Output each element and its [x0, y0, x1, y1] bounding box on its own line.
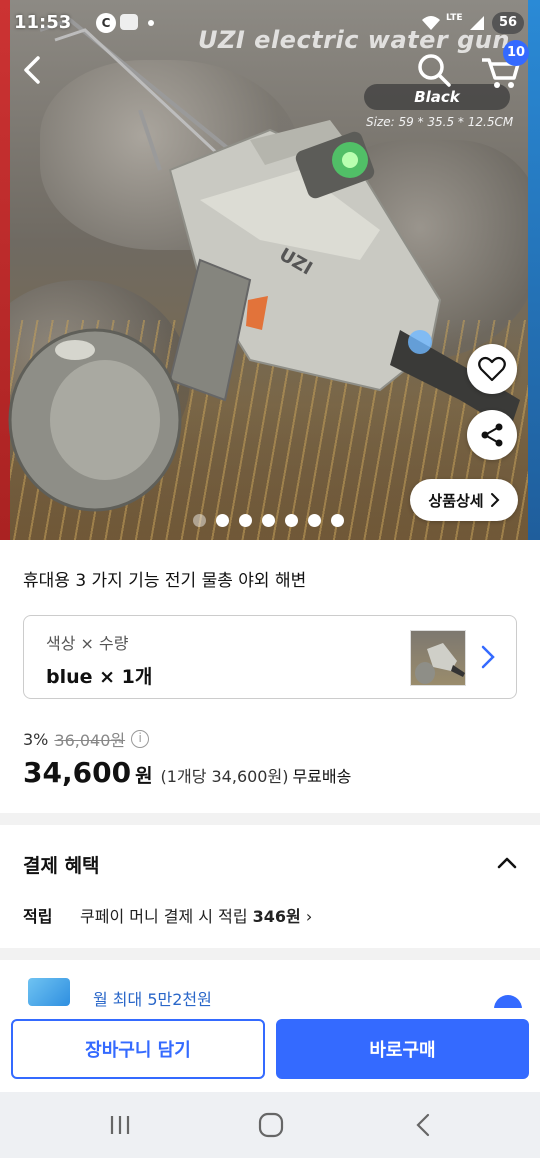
- buy-now-button[interactable]: 바로구매: [276, 1019, 529, 1079]
- wifi-icon: [422, 16, 440, 30]
- status-time: 11:53: [14, 12, 72, 33]
- pagination-dot[interactable]: [239, 514, 252, 527]
- notification-dot-icon: [148, 20, 154, 26]
- card-benefit-text: 월 최대 5만2천원: [93, 990, 212, 1009]
- reward-link[interactable]: 쿠페이 머니 결제 시 적립 346원 ›: [80, 903, 312, 927]
- chevron-right-icon: ›: [305, 907, 313, 926]
- discount-rate: 3%: [23, 729, 49, 749]
- collapse-button[interactable]: [492, 848, 522, 878]
- discount-line: 3% 36,040원 i: [23, 727, 150, 751]
- system-back-icon: [416, 1113, 430, 1137]
- share-button[interactable]: [467, 410, 517, 460]
- unit-price: (1개당 34,600원): [160, 767, 289, 786]
- price-currency: 원: [135, 765, 153, 787]
- option-selector[interactable]: 색상 × 수량 blue × 1개: [23, 615, 517, 699]
- heart-icon: [478, 356, 506, 382]
- system-navigation-bar: [0, 1092, 540, 1158]
- water-gun-illustration: UZI: [8, 17, 520, 512]
- pagination-dot[interactable]: [308, 514, 321, 527]
- product-title: 휴대용 3 가지 기능 전기 물총 야외 해변: [23, 571, 307, 591]
- section-divider: [0, 948, 540, 960]
- pagination-dot[interactable]: [331, 514, 344, 527]
- reward-description: 쿠페이 머니 결제 시 적립: [80, 907, 248, 926]
- pagination-dot[interactable]: [193, 514, 206, 527]
- cart-count-badge: 10: [503, 40, 529, 66]
- recent-apps-icon: [110, 1116, 130, 1134]
- signal-icon: [470, 16, 484, 30]
- size-text: Size: 59 * 35.5 * 12.5CM: [366, 115, 514, 129]
- recent-apps-button[interactable]: [100, 1110, 140, 1140]
- chevron-right-icon: [490, 493, 500, 507]
- section-divider: [0, 813, 540, 825]
- app-notification-icon: C: [96, 13, 116, 33]
- credit-card-icon: [28, 978, 70, 1006]
- chevron-left-icon: [24, 56, 40, 84]
- sale-price: 34,600: [23, 756, 132, 789]
- add-to-cart-button[interactable]: 장바구니 담기: [11, 1019, 265, 1079]
- home-button[interactable]: [250, 1110, 290, 1140]
- back-button[interactable]: [16, 52, 52, 88]
- purchase-action-bar: 장바구니 담기 바로구매: [0, 1008, 540, 1092]
- lte-label: LTE: [446, 13, 463, 23]
- shipping-label: 무료배송: [292, 767, 352, 786]
- product-image[interactable]: UZI UZI electric water gun Black Size: 5…: [0, 0, 540, 540]
- image-pagination[interactable]: [193, 514, 344, 527]
- search-icon: [418, 54, 451, 87]
- pagination-dot[interactable]: [262, 514, 275, 527]
- chevron-right-icon: [481, 645, 495, 669]
- battery-level: 56: [492, 12, 524, 34]
- system-back-button[interactable]: [402, 1110, 442, 1140]
- product-detail-label: 상품상세: [428, 491, 484, 510]
- reward-amount: 346원: [252, 907, 301, 926]
- info-icon[interactable]: i: [131, 730, 150, 748]
- reward-label: 적립: [23, 907, 53, 926]
- option-label: 색상 × 수량: [46, 634, 129, 653]
- option-value: blue × 1개: [46, 666, 153, 688]
- share-icon: [481, 423, 503, 447]
- wishlist-button[interactable]: [467, 344, 517, 394]
- pagination-dot[interactable]: [216, 514, 229, 527]
- original-price: 36,040원: [54, 731, 126, 750]
- chevron-up-icon: [497, 857, 517, 869]
- message-icon: [120, 14, 138, 30]
- water-gun-thumbnail: [415, 643, 465, 684]
- status-bar: 11:53 C LTE 56: [0, 0, 540, 46]
- pagination-dot[interactable]: [285, 514, 298, 527]
- option-thumbnail: [410, 630, 466, 686]
- price-line: 34,600 원 (1개당 34,600원) 무료배송: [23, 756, 351, 789]
- home-icon: [258, 1112, 284, 1138]
- payment-benefits-title: 결제 혜택: [23, 855, 100, 877]
- product-detail-button[interactable]: 상품상세: [410, 479, 518, 521]
- search-button[interactable]: [414, 50, 454, 90]
